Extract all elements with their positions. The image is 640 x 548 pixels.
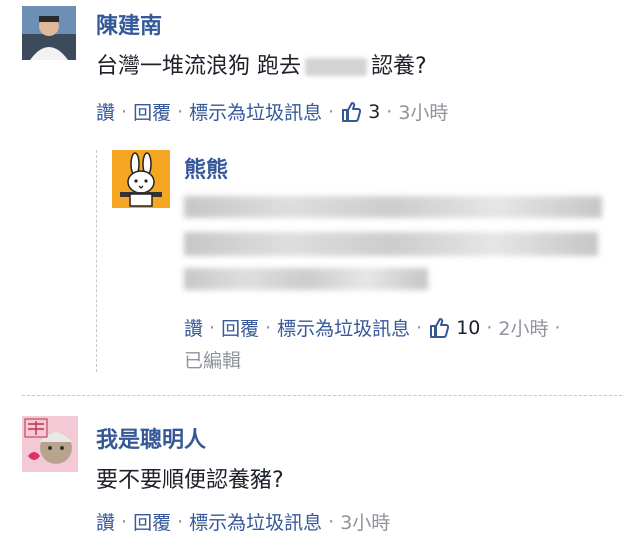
commenter-name[interactable]: 陳建南 bbox=[96, 8, 162, 40]
comment-actions: 讚 · 回覆 · 標示為垃圾訊息 · 3小時 bbox=[96, 508, 390, 535]
timestamp[interactable]: 3小時 bbox=[398, 98, 448, 125]
edited-label[interactable]: 已編輯 bbox=[184, 346, 241, 373]
separator: · bbox=[121, 100, 128, 123]
separator: · bbox=[486, 316, 493, 339]
separator: · bbox=[416, 316, 423, 339]
thumbs-up-icon[interactable] bbox=[428, 317, 450, 339]
separator: · bbox=[554, 316, 561, 339]
like-count[interactable]: 10 bbox=[456, 317, 480, 339]
separator: · bbox=[328, 510, 335, 533]
redacted-line bbox=[184, 232, 598, 256]
timestamp[interactable]: 3小時 bbox=[340, 508, 390, 535]
comment-text-part: 台灣一堆流浪狗 跑去 bbox=[96, 54, 301, 79]
reply-button[interactable]: 回覆 bbox=[133, 508, 171, 535]
redacted-line bbox=[184, 268, 428, 290]
comment-text-part: 認養? bbox=[371, 54, 427, 79]
commenter-name[interactable]: 熊熊 bbox=[184, 152, 228, 184]
reply-thread-line bbox=[96, 150, 97, 372]
redacted-word bbox=[305, 58, 367, 76]
separator: · bbox=[386, 100, 393, 123]
separator: · bbox=[177, 100, 184, 123]
reply-button[interactable]: 回覆 bbox=[133, 98, 171, 125]
mark-spam-button[interactable]: 標示為垃圾訊息 bbox=[189, 98, 322, 125]
separator: · bbox=[328, 100, 335, 123]
avatar[interactable] bbox=[22, 416, 78, 472]
separator: · bbox=[121, 510, 128, 533]
separator: · bbox=[209, 316, 216, 339]
commenter-name[interactable]: 我是聰明人 bbox=[96, 422, 206, 454]
comment-text: 台灣一堆流浪狗 跑去 認養? bbox=[96, 48, 427, 80]
separator: · bbox=[177, 510, 184, 533]
like-button[interactable]: 讚 bbox=[96, 98, 115, 125]
thumbs-up-icon[interactable] bbox=[340, 101, 362, 123]
comment-actions: 讚 · 回覆 · 標示為垃圾訊息 · 10 · 2小時 · bbox=[184, 314, 567, 341]
redacted-line bbox=[184, 196, 602, 218]
comment-text: 要不要順便認養豬? bbox=[96, 468, 284, 493]
separator: · bbox=[265, 316, 272, 339]
edited-label-row: 已編輯 bbox=[184, 346, 241, 373]
reply-button[interactable]: 回覆 bbox=[221, 314, 259, 341]
avatar[interactable] bbox=[112, 150, 170, 208]
comment-actions: 讚 · 回覆 · 標示為垃圾訊息 · 3 · 3小時 bbox=[96, 98, 448, 125]
timestamp[interactable]: 2小時 bbox=[498, 314, 548, 341]
like-button[interactable]: 讚 bbox=[96, 508, 115, 535]
like-count[interactable]: 3 bbox=[368, 101, 380, 123]
mark-spam-button[interactable]: 標示為垃圾訊息 bbox=[277, 314, 410, 341]
like-button[interactable]: 讚 bbox=[184, 314, 203, 341]
comment-divider bbox=[22, 395, 622, 396]
avatar[interactable] bbox=[22, 6, 76, 60]
mark-spam-button[interactable]: 標示為垃圾訊息 bbox=[189, 508, 322, 535]
